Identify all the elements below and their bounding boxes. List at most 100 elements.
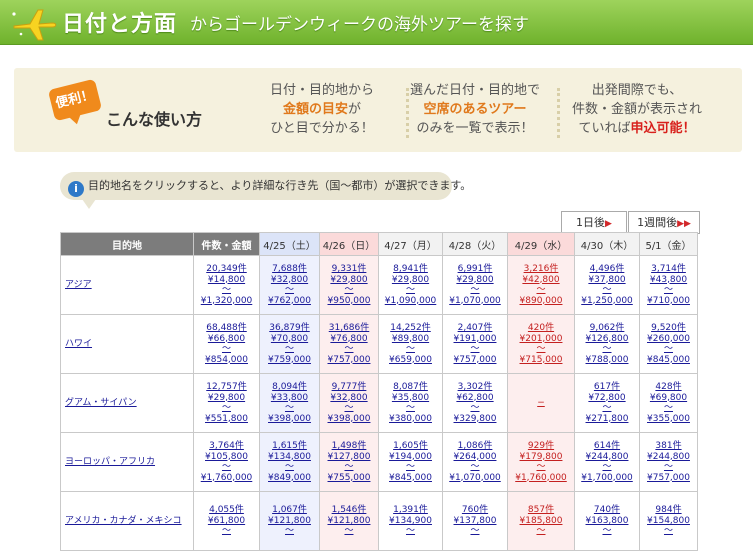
tour-count-link[interactable]: 1,391件 [393,505,428,515]
next-week-button[interactable]: 1週間後▶▶ [628,211,700,234]
tour-count-link[interactable]: 2,407件 [458,323,493,333]
price-text: ¥32,800 [330,392,368,403]
price-text: ¥551,800 [205,413,248,424]
price-text: ¥1,070,000 [449,295,501,306]
price-text: ¥105,800 [205,451,248,462]
tour-count-link[interactable]: 3,714件 [651,264,686,274]
tour-count-link[interactable]: 9,331件 [332,264,367,274]
price-text: ¥1,760,000 [200,472,253,483]
tour-count-link[interactable]: 740件 [594,505,620,515]
tour-count-link[interactable]: 614件 [594,441,620,451]
tour-count-link[interactable]: 1,498件 [332,441,367,451]
howto-panel: 便利！ こんな使い方 日付・目的地から 金額の目安が ひと目で分かる！ 選んだ日… [14,68,742,152]
price-cell: 929件 ¥179,800 〜 ¥1,760,000 [507,432,575,492]
range-separator: 〜 [470,526,480,537]
price-text: ¥35,800 [391,392,430,403]
tour-count-link[interactable]: 36,879件 [269,323,310,333]
tour-count-link[interactable]: 9,520件 [651,323,686,333]
price-text: ¥757,000 [647,472,690,483]
table-row: アメリカ・カナダ・メキシコ 4,055件 ¥61,800 〜 1,067件 ¥121,80… [60,491,698,551]
tour-count-link[interactable]: 31,686件 [329,323,370,333]
page-subtitle: からゴールデンウィークの海外ツアーを探す [190,15,529,35]
tour-count-link[interactable]: 9,062件 [590,323,625,333]
price-text: ¥890,000 [519,295,563,306]
tour-count-link[interactable]: 68,488件 [206,323,247,333]
price-cell: 1,498件 ¥127,800 〜 ¥755,000 [319,432,379,492]
range-separator: 〜 [344,403,354,413]
price-text: ¥1,250,000 [581,295,633,306]
price-text: ¥134,800 [268,451,311,462]
tour-count-link[interactable]: 3,764件 [209,441,244,451]
range-separator: 〜 [602,462,612,472]
col-date: 4/29（水） [507,232,575,256]
range-separator: 〜 [284,403,294,413]
tour-count-link[interactable]: 6,991件 [458,264,493,274]
destination-link[interactable]: アジア [65,280,92,290]
range-separator: 〜 [284,462,294,472]
tour-count-link[interactable]: 3,216件 [524,264,559,274]
price-cell: 8,094件 ¥33,800 〜 ¥398,000 [259,373,320,433]
destination-link[interactable]: ヨーロッパ・アフリカ [65,457,155,467]
summary-cell: 3,764件 ¥105,800 〜 ¥1,760,000 [193,432,260,492]
destination-cell: ハワイ [60,314,194,374]
tour-count-link[interactable]: 20,349件 [206,264,247,274]
tour-count-link[interactable]: 1,086件 [458,441,493,451]
range-separator: 〜 [221,285,231,295]
tour-count-link[interactable]: 929件 [528,441,554,451]
price-text: ¥398,000 [268,413,311,424]
tour-count-link[interactable]: 1,605件 [393,441,428,451]
tour-count-link[interactable]: 8,094件 [272,382,307,392]
price-cell: 428件 ¥69,800 〜 ¥355,000 [639,373,698,433]
price-cell: 1,615件 ¥134,800 〜 ¥849,000 [259,432,320,492]
price-text: ¥757,000 [327,354,371,365]
range-separator: 〜 [221,526,231,537]
tour-count-link[interactable]: 14,252件 [390,323,431,333]
price-text: ¥179,800 [519,451,563,462]
tour-count-link[interactable]: 3,302件 [458,382,493,392]
tip-last-minute: 出発間際でも、 件数・金額が表示され ていれば申込可能！ [572,83,703,136]
tour-count-link[interactable]: 7,688件 [272,264,307,274]
price-text: ¥185,800 [519,515,563,526]
tour-count-link[interactable]: 8,087件 [393,382,428,392]
price-text: ¥42,800 [522,274,560,285]
price-text: ¥759,000 [268,354,311,365]
range-separator: 〜 [405,526,415,537]
price-text: ¥1,320,000 [200,295,253,306]
price-text: ¥355,000 [647,413,690,424]
tour-count-link[interactable]: 420件 [528,323,554,333]
summary-cell: 12,757件 ¥29,800 〜 ¥551,800 [193,373,260,433]
tour-count-link[interactable]: 760件 [462,505,488,515]
tour-count-link[interactable]: 1,546件 [332,505,367,515]
price-text: ¥33,800 [270,392,309,403]
tour-count-link[interactable]: 857件 [528,505,554,515]
price-text: ¥14,800 [207,274,246,285]
destination-link[interactable]: グアム・サイパン [65,398,137,408]
price-text: ¥1,090,000 [384,295,437,306]
tour-count-link[interactable]: 4,055件 [209,505,244,515]
price-cell: 614件 ¥244,800 〜 ¥1,700,000 [574,432,640,492]
tour-count-link[interactable]: 381件 [655,441,681,451]
price-text: ¥845,000 [389,472,432,483]
next-day-button[interactable]: 1日後▶ [561,211,627,234]
range-separator: 〜 [470,344,480,354]
destination-link[interactable]: アメリカ・カナダ・メキシコ [65,516,182,526]
table-row: アジア 20,349件 ¥14,800 〜 ¥1,320,000 7,688件 ¥32,80… [60,255,698,315]
price-text: ¥710,000 [647,295,690,306]
price-cell: 7,688件 ¥32,800 〜 ¥762,000 [259,255,320,315]
price-cell: 1,067件 ¥121,800 〜 [259,491,320,551]
tour-count-link[interactable]: 8,941件 [393,264,428,274]
tour-count-link[interactable]: 617件 [594,382,620,392]
tour-count-link[interactable]: 984件 [655,505,681,515]
price-text: ¥380,000 [389,413,432,424]
tour-count-link[interactable]: 4,496件 [590,264,625,274]
tour-count-link[interactable]: 9,777件 [332,382,367,392]
price-text: ¥755,000 [327,472,371,483]
tour-count-link[interactable]: 1,067件 [272,505,307,515]
tour-count-link[interactable]: 428件 [655,382,681,392]
destination-link[interactable]: ハワイ [65,339,92,349]
tour-count-link[interactable]: 1,615件 [272,441,307,451]
tip-price-guide: 日付・目的地から 金額の目安が ひと目で分かる！ [270,83,375,136]
price-text: ¥32,800 [270,274,309,285]
tour-count-link[interactable]: 12,757件 [206,382,247,392]
range-separator: 〜 [284,285,294,295]
